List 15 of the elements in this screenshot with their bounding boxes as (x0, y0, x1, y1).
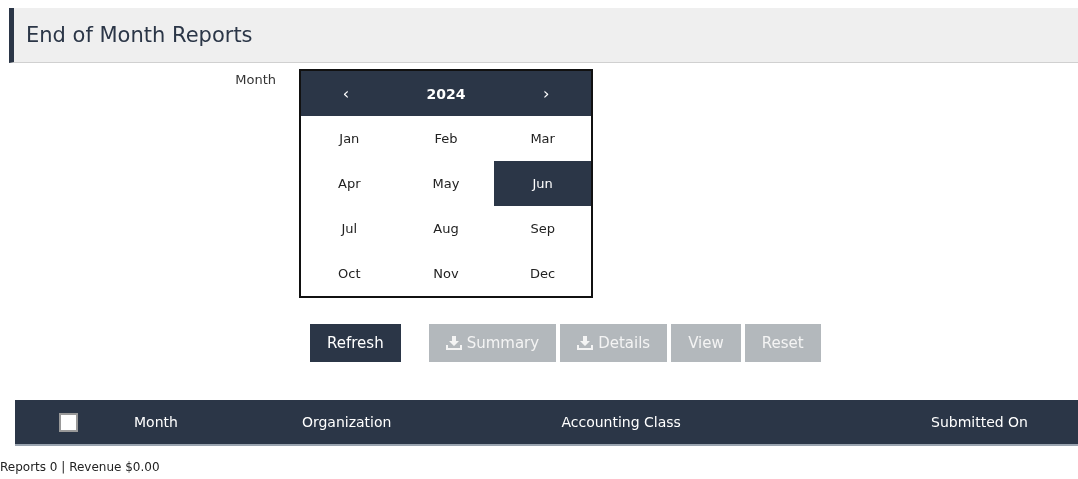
previous-year-button[interactable]: ‹ (336, 84, 356, 103)
column-header[interactable]: Accounting Class (561, 414, 681, 430)
column-header[interactable]: Month (134, 414, 178, 430)
column-header[interactable]: Submitted On (931, 414, 1028, 430)
download-icon (445, 336, 462, 350)
year-label: 2024 (426, 85, 466, 102)
summary-text: Reports 0 | Revenue $0.00 (0, 460, 161, 474)
button[interactable]: Refresh (310, 324, 401, 362)
next-year-button[interactable]: › (536, 84, 556, 103)
select-all-checkbox[interactable] (59, 412, 78, 432)
download-icon (577, 336, 594, 350)
month-option[interactable]: Jun (494, 161, 591, 206)
page-title: End of Month Reports (26, 23, 253, 47)
column-header[interactable]: Organization (301, 414, 392, 430)
field-label: Month (234, 71, 276, 89)
